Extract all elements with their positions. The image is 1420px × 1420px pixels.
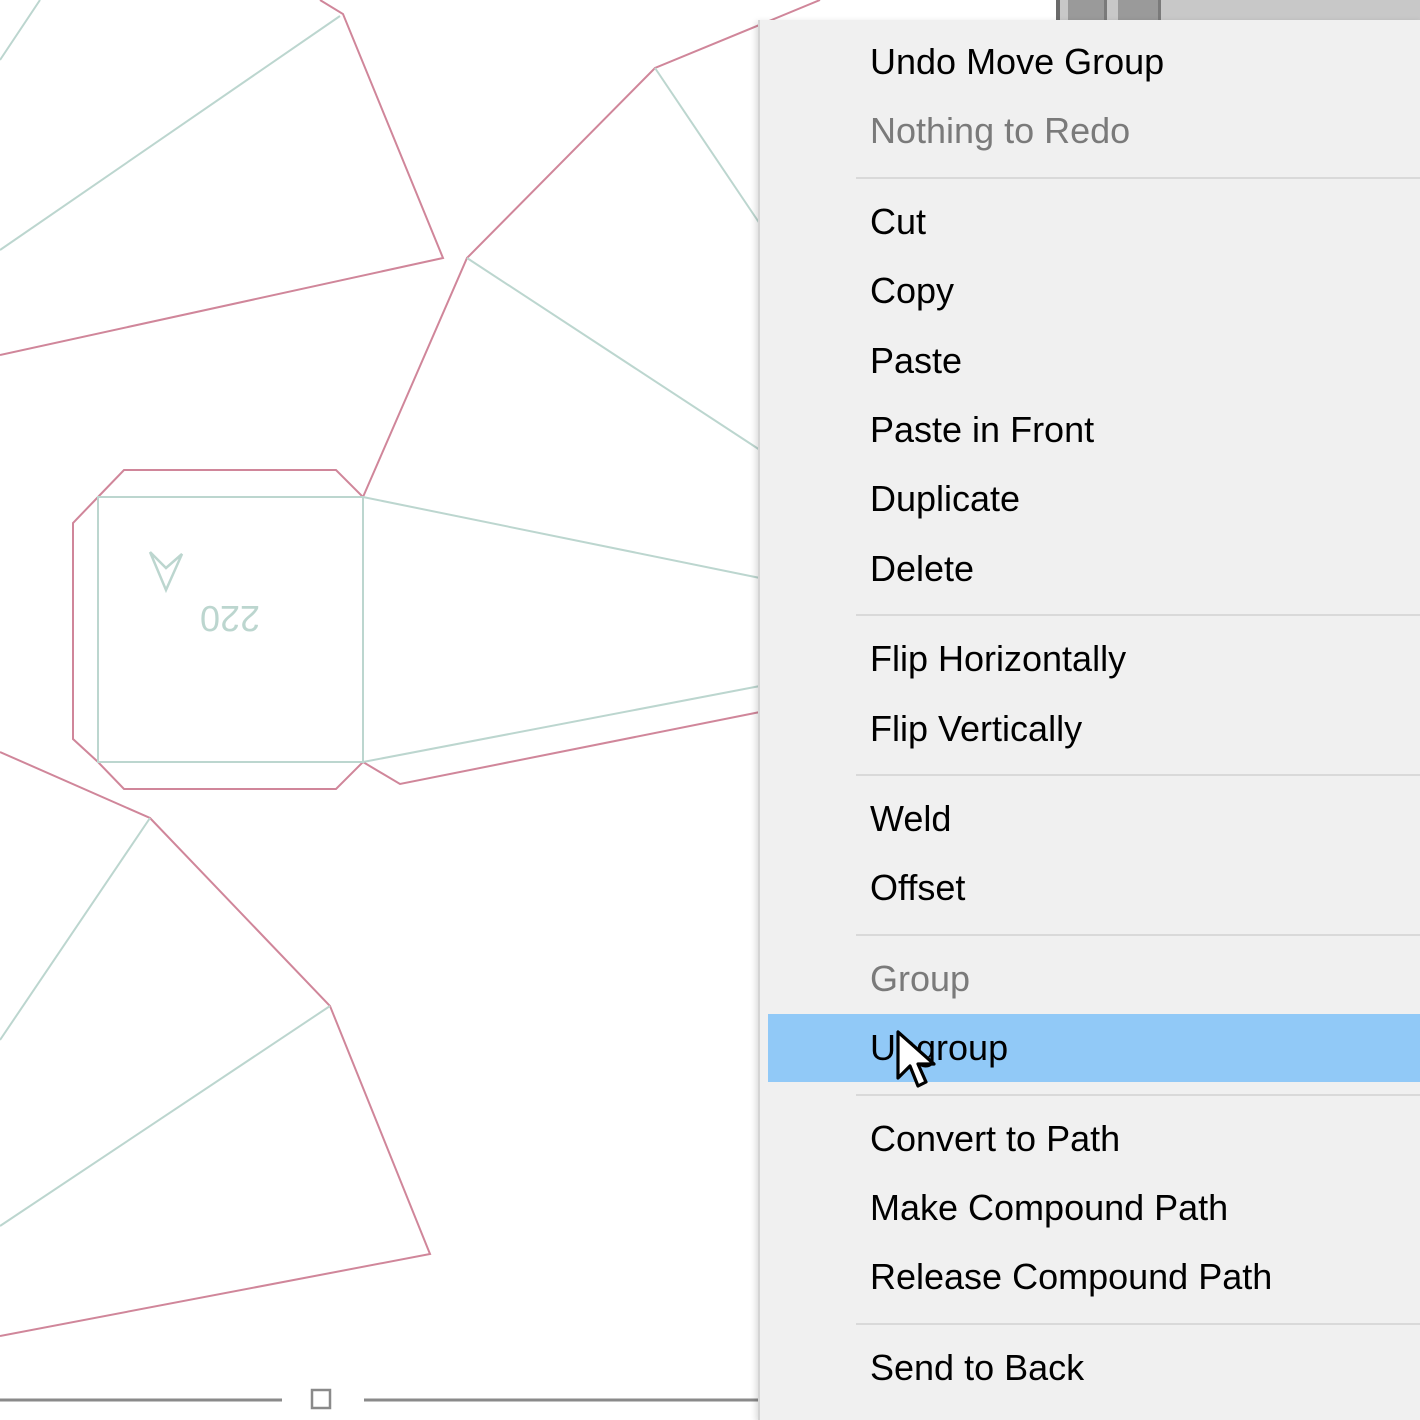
toolbar-button[interactable] xyxy=(1068,0,1107,20)
cut-line-center-piece xyxy=(362,0,821,498)
menu-separator xyxy=(856,1093,1420,1096)
menu-item-paste-in-front[interactable]: Paste in Front xyxy=(768,396,1420,464)
context-menu: Undo Move Group Nothing to Redo Cut Copy Pas… xyxy=(758,20,1420,1420)
menu-item-duplicate[interactable]: Duplicate xyxy=(768,465,1420,533)
menu-item-undo-move-group[interactable]: Undo Move Group xyxy=(768,28,1420,96)
toolbar-button[interactable] xyxy=(1118,0,1161,20)
menu-item-send-to-back[interactable]: Send to Back xyxy=(768,1334,1420,1402)
menu-item-release-compound-path[interactable]: Release Compound Path xyxy=(768,1243,1420,1311)
arrow-pointer-icon xyxy=(896,1030,936,1088)
menu-item-convert-to-path[interactable]: Convert to Path xyxy=(768,1105,1420,1173)
menu-item-offset[interactable]: Offset xyxy=(768,854,1420,922)
fold-line xyxy=(654,67,761,225)
menu-item-delete[interactable]: Delete xyxy=(768,535,1420,603)
menu-item-make-compound-path[interactable]: Make Compound Path xyxy=(768,1174,1420,1242)
menu-separator xyxy=(856,774,1420,776)
menu-item-flip-horizontally[interactable]: Flip Horizontally xyxy=(768,625,1420,693)
menu-item-group: Group xyxy=(870,957,971,999)
fold-line xyxy=(0,15,341,251)
part-number-label: 220 xyxy=(200,598,260,639)
fold-line xyxy=(466,257,761,451)
fold-line xyxy=(0,0,41,61)
fold-lines xyxy=(0,0,761,1227)
fold-line xyxy=(362,496,761,579)
fold-line xyxy=(0,817,151,1041)
menu-item-nothing-to-redo: Nothing to Redo xyxy=(870,110,1131,152)
menu-item-weld[interactable]: Weld xyxy=(768,785,1420,853)
menu-separator xyxy=(856,614,1420,617)
horizontal-scrollbar[interactable] xyxy=(0,1388,760,1410)
menu-item-flip-vertically[interactable]: Flip Vertically xyxy=(768,695,1420,763)
cut-line-bottom-flap xyxy=(0,751,432,1337)
toolbar-strip xyxy=(1056,0,1420,22)
registration-arrow-icon xyxy=(148,551,184,594)
menu-item-copy[interactable]: Copy xyxy=(768,257,1420,325)
menu-item-paste[interactable]: Paste xyxy=(768,327,1420,395)
cut-lines xyxy=(0,0,821,1337)
menu-separator xyxy=(856,1322,1420,1325)
menu-separator xyxy=(856,933,1420,936)
menu-separator xyxy=(856,176,1420,179)
fold-line xyxy=(0,1005,331,1227)
scrollbar-handle[interactable] xyxy=(310,1388,332,1410)
cut-line-top-flap xyxy=(0,0,445,356)
menu-item-ungroup[interactable]: Ungroup xyxy=(768,1014,1420,1083)
cut-line-right-strip xyxy=(362,711,761,786)
menu-item-cut[interactable]: Cut xyxy=(768,188,1420,256)
